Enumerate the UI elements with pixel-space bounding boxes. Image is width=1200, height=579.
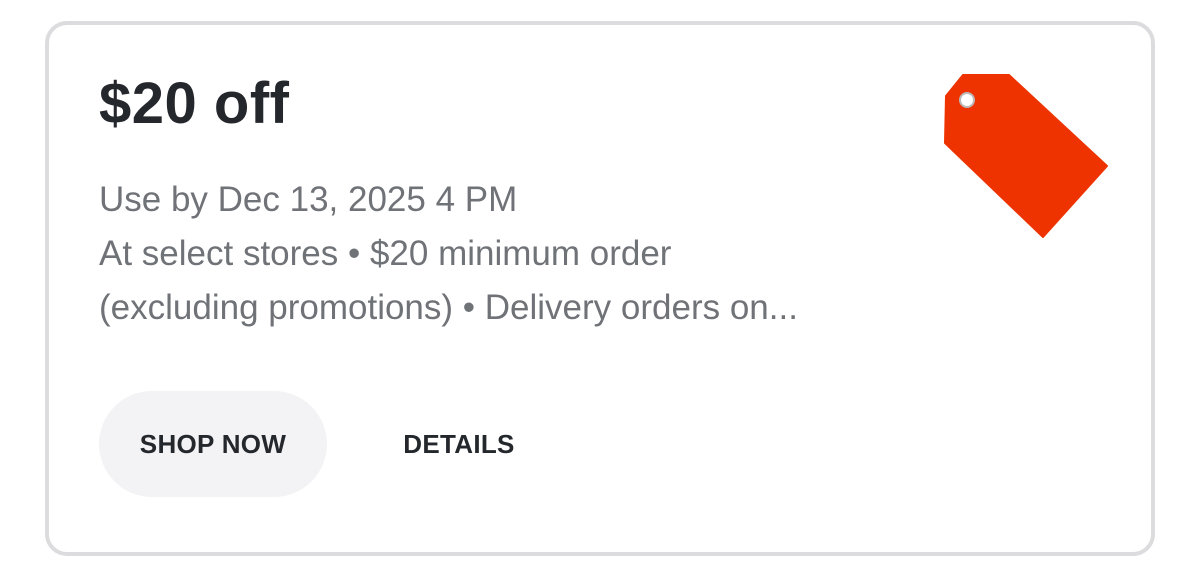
details-button[interactable]: DETAILS bbox=[379, 391, 539, 497]
offer-title: $20 off bbox=[99, 71, 290, 136]
offer-terms-line-1: At select stores • $20 minimum order bbox=[99, 234, 672, 273]
shop-now-button[interactable]: SHOP NOW bbox=[99, 391, 327, 497]
offer-expiry: Use by Dec 13, 2025 4 PM bbox=[99, 180, 518, 219]
offer-details: Use by Dec 13, 2025 4 PM At select store… bbox=[99, 173, 929, 335]
price-tag-icon bbox=[944, 74, 1108, 238]
offer-card: $20 off Use by Dec 13, 2025 4 PM At sele… bbox=[45, 21, 1155, 556]
price-tag-hole bbox=[959, 92, 975, 108]
offer-terms-line-2: (excluding promotions) • Delivery orders… bbox=[99, 288, 798, 327]
